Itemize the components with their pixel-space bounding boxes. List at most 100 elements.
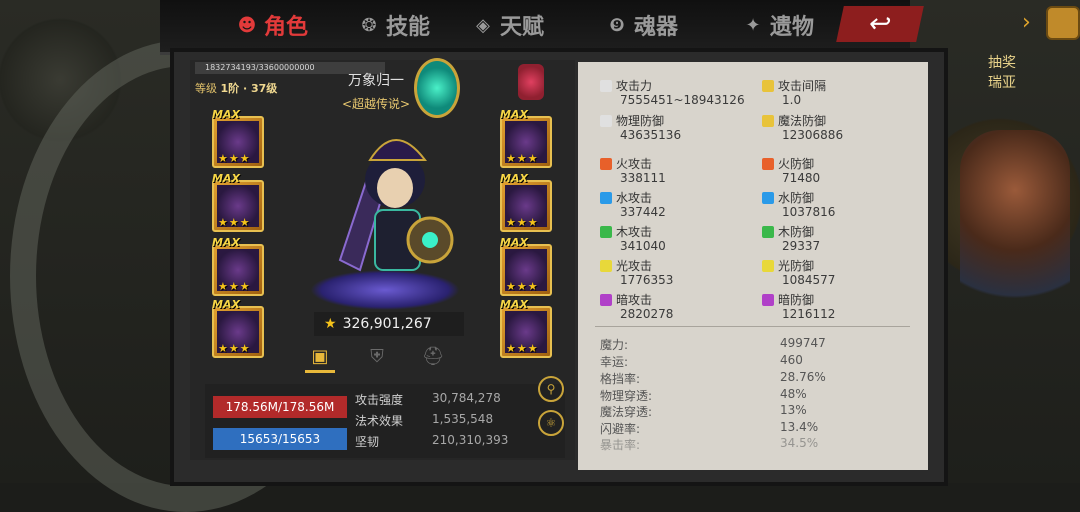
event-label[interactable]: 抽奖 [988,52,1016,72]
helmet-tab-icon[interactable]: ⛑ [418,346,448,368]
stat-attack: 攻击力 7555451~18943126 [600,79,745,107]
mp-bar: 15653/15653 [213,428,347,450]
equip-slot-7[interactable]: MAX ★★★ [500,236,552,296]
stat-fire-defense: 火防御 71480 [762,157,820,185]
stat-dark-attack: 暗攻击 2820278 [600,293,673,321]
level-text: 等级 1阶 · 37级 [195,80,277,96]
star-rating: ★★★ [218,152,251,165]
tab-label: 角色 [264,15,309,40]
hero-figure [338,139,454,272]
equip-slot-4[interactable]: MAX ★★★ [212,298,264,358]
equip-slot-6[interactable]: MAX ★★★ [500,172,552,232]
combat-power: ★ 326,901,267 [314,312,464,336]
wood-shield-icon [762,226,774,238]
potion-icon[interactable] [518,64,544,100]
max-badge: MAX [500,108,528,121]
npc-portrait[interactable] [960,130,1070,330]
extra-stat-value: 48% [780,387,807,401]
equip-slot-1[interactable]: MAX ★★★ [212,108,264,168]
tab-relic[interactable]: ✦ 遗物 [742,8,814,42]
magic-shield-icon [762,115,774,127]
relic-icon: ✦ [745,14,761,36]
light-shield-icon [762,260,774,272]
mini-stat-label: 坚韧 [355,435,380,449]
water-icon [600,192,612,204]
extra-stat-label: 魔力: [600,338,629,352]
tab-label: 技能 [386,15,431,40]
stat-light-attack: 光攻击 1776353 [600,259,673,287]
npc-name: 瑞亚 [988,75,1016,91]
equip-slot-2[interactable]: MAX ★★★ [212,172,264,232]
tab-talent[interactable]: ◈ 天赋 [472,8,544,42]
mini-stat-label: 法术效果 [355,414,404,428]
top-nav: ☻ 角色 ❂ 技能 ◈ 天赋 ❾ 魂器 ✦ 遗物 [160,0,910,55]
back-arrow-icon: ↩ [865,9,895,39]
equip-slot-3[interactable]: MAX ★★★ [212,236,264,296]
fire-icon [600,158,612,170]
level-value: 1阶 · 37级 [220,82,278,95]
hero-name: 万象归一 [348,73,404,89]
lock-icon[interactable]: ⚲ [538,376,564,402]
max-badge: MAX [500,172,528,185]
armor-tab-icon[interactable]: ▣ [305,346,335,368]
level-prefix: 等级 [195,82,217,95]
extra-stat-value: 460 [780,353,803,367]
extra-stat-value: 499747 [780,336,826,350]
costume-tab-icon[interactable]: ⛨ [362,346,392,368]
mini-stat-value: 30,784,278 [432,391,501,405]
extra-stat-label: 幸运: [600,355,629,369]
stat-water-defense: 水防御 1037816 [762,191,835,219]
menu-corner-button[interactable] [1046,6,1080,40]
tab-character[interactable]: ☻ 角色 [236,8,308,42]
tab-skill[interactable]: ❂ 技能 [358,8,430,42]
stat-wood-defense: 木防御 29337 [762,225,820,253]
extra-stat-label: 魔法穿透: [600,405,653,419]
star-rating: ★★★ [218,280,251,293]
star-rating: ★★★ [218,342,251,355]
stat-attack-interval: 攻击间隔 1.0 [762,79,826,107]
tab-label: 魂器 [634,15,679,40]
max-badge: MAX [500,236,528,249]
extra-stat-value: 13% [780,403,807,417]
water-shield-icon [762,192,774,204]
speed-icon [762,80,774,92]
soul-orb-icon[interactable] [414,58,460,118]
extra-stat-label: 物理穿透: [600,389,653,403]
mini-stat-value: 1,535,548 [432,412,494,426]
tab-underline [305,370,335,373]
fire-shield-icon [762,158,774,170]
max-badge: MAX [500,298,528,311]
skill-icon: ❂ [361,14,377,36]
max-badge: MAX [212,236,240,249]
equip-slot-5[interactable]: MAX ★★★ [500,108,552,168]
next-arrow-icon[interactable]: › [1022,10,1031,35]
star-icon: ★ [324,316,337,332]
stat-water-attack: 水攻击 337442 [600,191,666,219]
max-badge: MAX [212,172,240,185]
extra-stat-label: 格挡率: [600,372,641,386]
extra-stat-value: 13.4% [780,420,819,434]
stat-dark-defense: 暗防御 1216112 [762,293,835,321]
talent-icon: ◈ [476,14,490,36]
star-rating: ★★★ [506,342,539,355]
star-rating: ★★★ [506,216,539,229]
stat-magic-defense: 魔法防御 12306886 [762,114,843,142]
sword-icon [600,80,612,92]
extra-stat-label: 暴击率: [600,438,641,452]
back-button[interactable]: ↩ [836,6,924,42]
tab-soul-artifact[interactable]: ❾ 魂器 [606,8,678,42]
stat-fire-attack: 火攻击 338111 [600,157,666,185]
light-icon [600,260,612,272]
stat-wood-attack: 木攻击 341040 [600,225,666,253]
atom-icon[interactable]: ⚛ [538,410,564,436]
equip-slot-8[interactable]: MAX ★★★ [500,298,552,358]
wood-icon [600,226,612,238]
extra-stat-value: 28.76% [780,370,826,384]
hp-bar: 178.56M/178.56M [213,396,347,418]
soul-artifact-icon: ❾ [609,14,625,36]
divider [595,326,910,327]
max-badge: MAX [212,298,240,311]
extra-stat-value: 34.5% [780,436,819,450]
stat-light-defense: 光防御 1084577 [762,259,835,287]
extra-stat-label: 闪避率: [600,422,641,436]
